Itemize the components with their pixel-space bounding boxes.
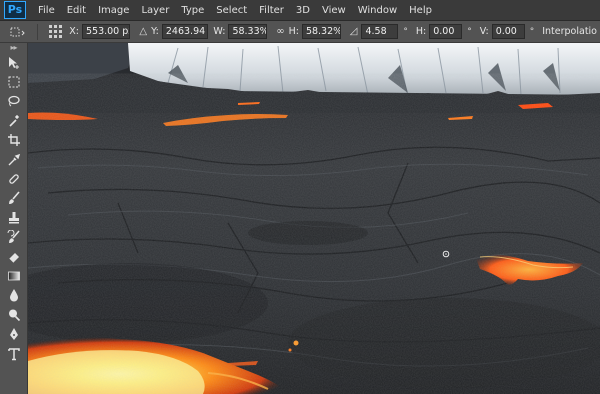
menu-image[interactable]: Image [92,0,135,21]
blur-tool-icon[interactable] [0,286,28,305]
angle-unit: ° [403,26,408,37]
toolbox-grip[interactable]: ▸▸ [0,43,27,53]
move-icon [10,27,26,36]
lasso-tool-icon[interactable] [0,92,28,111]
menu-window[interactable]: Window [352,0,403,21]
menu-type[interactable]: Type [175,0,210,21]
brush-tool-icon[interactable] [0,189,28,208]
healing-brush-tool-icon[interactable] [0,169,28,188]
link-icon[interactable]: ∞ [276,26,284,37]
menu-file[interactable]: File [32,0,61,21]
pen-tool-icon[interactable] [0,324,28,343]
menu-edit[interactable]: Edit [61,0,92,21]
options-bar: X: 553.00 px △ Y: 2463.94 p W: 58.33% ∞ … [0,21,600,43]
hskew-field[interactable]: 0.00 [429,24,463,39]
clone-stamp-tool-icon[interactable] [0,208,28,227]
move-tool-icon[interactable] [0,53,28,72]
x-label: X: [69,26,79,37]
delta-icon[interactable]: △ [139,26,147,37]
photoshop-logo[interactable]: Ps [4,1,26,19]
toolbox: ▸▸ [0,43,28,394]
menu-view[interactable]: View [316,0,352,21]
eyedropper-tool-icon[interactable] [0,150,28,169]
angle-field[interactable]: 4.58 [361,24,399,39]
separator [36,23,38,40]
hskew-label: H: [415,26,427,37]
eraser-tool-icon[interactable] [0,247,28,266]
crop-tool-icon[interactable] [0,131,28,150]
interpolation-label[interactable]: Interpolatio [542,26,597,37]
h-field[interactable]: 58.32% [301,24,341,39]
tool-preset-picker[interactable] [4,23,33,41]
w-field[interactable]: 58.33% [228,24,268,39]
document-canvas[interactable] [28,43,600,394]
y-field[interactable]: 2463.94 p [161,24,209,39]
vskew-unit: ° [529,26,535,37]
menu-3d[interactable]: 3D [290,0,316,21]
marquee-tool-icon[interactable] [0,72,28,91]
gradient-tool-icon[interactable] [0,266,28,285]
y-label: Y: [151,26,159,37]
vskew-field[interactable]: 0.00 [491,24,525,39]
menu-layer[interactable]: Layer [135,0,175,21]
magic-wand-tool-icon[interactable] [0,111,28,130]
reference-point-icon[interactable] [48,25,63,39]
w-label: W: [213,26,226,37]
vskew-label: V: [479,26,489,37]
menu-select[interactable]: Select [210,0,253,21]
menu-help[interactable]: Help [403,0,438,21]
lava-field-image [28,43,600,394]
history-brush-tool-icon[interactable] [0,228,28,247]
hskew-unit: ° [467,26,472,37]
dodge-tool-icon[interactable] [0,305,28,324]
menu-bar: Ps File Edit Image Layer Type Select Fil… [0,0,600,21]
menu-filter[interactable]: Filter [253,0,290,21]
angle-icon: ◿ [349,26,358,37]
x-field[interactable]: 553.00 px [81,24,131,39]
type-tool-icon[interactable] [0,344,28,363]
h-label: H: [288,26,299,37]
